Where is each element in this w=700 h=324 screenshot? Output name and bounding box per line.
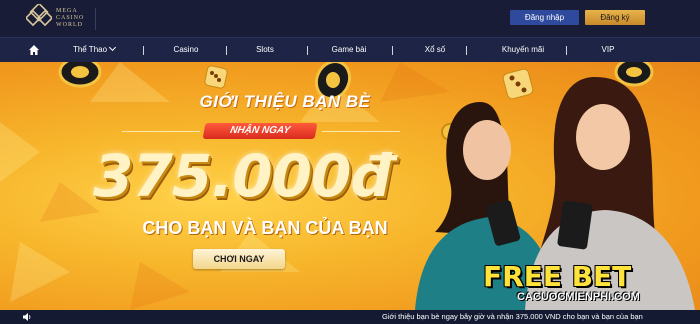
login-button[interactable]: Đăng nhập bbox=[510, 10, 579, 25]
nav-item-slots[interactable]: Slots bbox=[250, 38, 280, 62]
promo-amount: 375.000đ bbox=[93, 142, 392, 210]
promo-subline: CHO BẠN VÀ BẠN CỦA BẠN bbox=[142, 218, 388, 238]
promo-badge: NHẬN NGAY bbox=[202, 123, 318, 139]
divider bbox=[95, 8, 96, 30]
dice-icon bbox=[204, 65, 228, 89]
decor-line bbox=[122, 131, 200, 132]
nav-separator bbox=[566, 46, 567, 55]
nav-separator bbox=[143, 46, 144, 55]
nav-item-game-bai[interactable]: Game bài bbox=[329, 38, 369, 62]
promo-headline: GIỚI THIỆU BẠN BÈ bbox=[199, 92, 371, 111]
register-button[interactable]: Đăng ký bbox=[585, 10, 645, 25]
nav-label: Thể Thao bbox=[72, 45, 108, 54]
decor-line bbox=[322, 131, 400, 132]
chevron-down-icon bbox=[109, 43, 117, 52]
free-bet-overlay: FREE BET bbox=[483, 260, 632, 293]
speaker-icon[interactable] bbox=[22, 312, 32, 322]
nav-item-casino[interactable]: Casino bbox=[165, 38, 207, 62]
nav-separator bbox=[226, 46, 227, 55]
nav-item-khuyen-mai[interactable]: Khuyến mãi bbox=[498, 38, 548, 62]
announcement-ticker: Giới thiệu bạn bè ngay bây giờ và nhận 3… bbox=[0, 310, 700, 324]
brand-line: WORLD bbox=[56, 22, 83, 28]
brand-line: MEGA bbox=[56, 8, 78, 14]
nav-item-the-thao[interactable]: Thể Thao bbox=[70, 38, 118, 62]
nav-separator bbox=[466, 46, 467, 55]
ticker-text: Giới thiệu bạn bè ngay bây giờ và nhận 3… bbox=[382, 312, 643, 321]
main-nav: Thể Thao Casino Slots Game bài Xổ số Khu… bbox=[0, 37, 700, 62]
nav-item-xo-so[interactable]: Xổ số bbox=[420, 38, 450, 62]
top-bar: MEGA CASINO WORLD Đăng nhập Đăng ký bbox=[0, 0, 700, 37]
brand-name: MEGA CASINO WORLD bbox=[56, 8, 84, 29]
site-watermark: CACUOCMIENPHI.COM bbox=[517, 291, 640, 303]
nav-separator bbox=[392, 46, 393, 55]
nav-item-vip[interactable]: VIP bbox=[596, 38, 620, 62]
casino-chip-icon bbox=[58, 62, 102, 88]
logo-icon[interactable] bbox=[26, 4, 52, 30]
nav-separator bbox=[307, 46, 308, 55]
brand-line: CASINO bbox=[56, 15, 85, 21]
play-now-button[interactable]: CHƠI NGAY bbox=[193, 249, 285, 269]
home-icon[interactable] bbox=[28, 44, 40, 56]
